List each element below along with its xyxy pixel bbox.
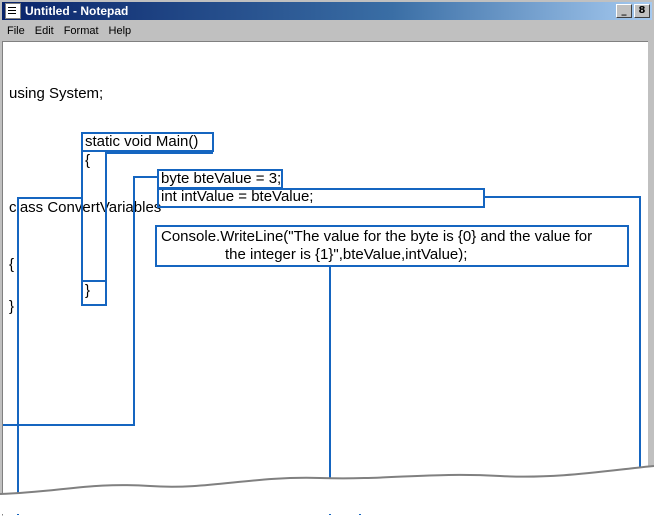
int-decl: int intValue = bteValue;	[161, 188, 314, 205]
minimize-button[interactable]: _	[616, 4, 632, 18]
main-block-top-line	[105, 152, 213, 154]
maximize-button[interactable]: 8	[634, 4, 650, 18]
title-bar[interactable]: Untitled - Notepad _ 8	[2, 2, 652, 20]
menu-bar: File Edit Format Help	[2, 21, 652, 40]
code-text: using System; class ConvertVariables {	[9, 46, 161, 312]
callout-line	[133, 176, 159, 178]
menu-edit[interactable]: Edit	[30, 25, 59, 37]
window-right-edge	[648, 41, 654, 481]
menu-format[interactable]: Format	[59, 25, 104, 37]
menu-file[interactable]: File	[2, 25, 30, 37]
main-block-left-line	[81, 150, 83, 282]
window-title: Untitled - Notepad	[25, 4, 129, 18]
console-writeline-line1: Console.WriteLine("The value for the byt…	[161, 228, 593, 245]
main-block-right-line	[105, 152, 107, 282]
class-close-brace: }	[9, 298, 15, 315]
byte-decl: byte bteValue = 3;	[161, 170, 282, 187]
callout-line	[3, 424, 135, 426]
console-writeline-line2: the integer is {1}",bteValue,intValue);	[225, 246, 468, 263]
menu-help[interactable]: Help	[104, 25, 137, 37]
code-line: using System;	[9, 85, 104, 102]
callout-line	[639, 196, 641, 480]
notepad-window: Untitled - Notepad _ 8 File Edit Format …	[0, 0, 654, 516]
callout-line	[17, 197, 83, 199]
callout-line	[133, 176, 135, 426]
torn-edge	[0, 465, 654, 514]
code-line: {	[9, 256, 15, 273]
window-controls: _ 8	[614, 4, 650, 18]
main-open-brace: {	[85, 152, 91, 169]
code-line: class ConvertVariables	[9, 199, 162, 216]
main-signature: static void Main()	[85, 133, 199, 150]
main-close-brace: }	[85, 282, 91, 299]
callout-line	[483, 196, 641, 198]
text-editor[interactable]: using System; class ConvertVariables { s…	[2, 41, 652, 516]
notepad-icon[interactable]	[5, 3, 21, 19]
